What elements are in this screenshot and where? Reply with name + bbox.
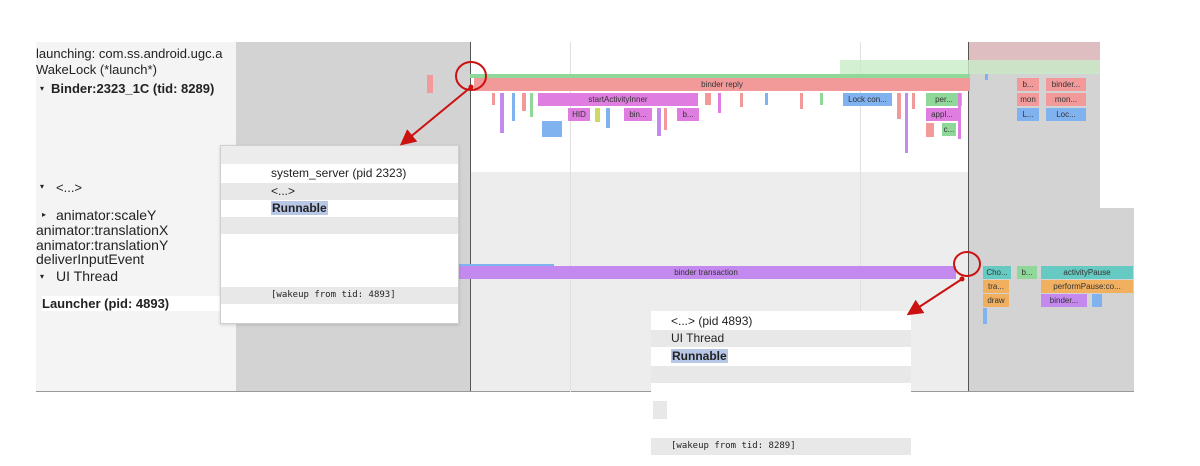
annotation-arrow: [399, 86, 472, 146]
annotation-circle: [953, 251, 981, 277]
annotation-arrow: [906, 278, 963, 316]
annotation-overlay: [399, 61, 981, 316]
annotation-dot: [468, 84, 474, 90]
annotation-dot: [959, 276, 965, 282]
